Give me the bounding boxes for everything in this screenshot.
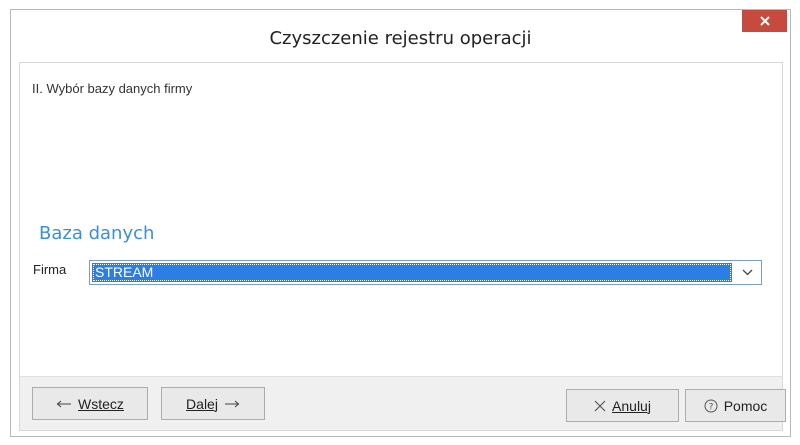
dropdown-arrow-button[interactable] [734,261,761,284]
firm-label: Firma [33,262,67,277]
title-bar[interactable]: Czyszczenie rejestru operacji [11,10,790,62]
firm-select[interactable]: STREAM [89,260,762,285]
cancel-button-label: Anuluj [612,397,651,414]
arrow-right-icon [224,400,240,408]
back-button[interactable]: Wstecz [32,387,148,420]
cancel-button[interactable]: Anuluj [566,389,679,422]
dialog-window: Czyszczenie rejestru operacji II. Wybór … [10,9,791,437]
svg-text:?: ? [708,402,713,412]
section-title: Baza danych [39,223,155,244]
help-button[interactable]: ? Pomoc [685,389,786,422]
firm-select-value: STREAM [92,263,732,282]
button-bar: Wstecz Dalej Anuluj ? Pomoc [19,376,786,431]
next-button[interactable]: Dalej [161,387,265,420]
help-button-label: Pomoc [723,397,768,414]
close-icon [759,15,771,27]
help-icon: ? [704,399,718,413]
x-icon [594,400,606,412]
arrow-left-icon [56,400,72,408]
step-label: II. Wybór bazy danych firmy [32,81,193,96]
chevron-down-icon [742,269,753,276]
window-title: Czyszczenie rejestru operacji [269,28,532,49]
close-button[interactable] [742,10,787,32]
wizard-content: II. Wybór bazy danych firmy Baza danych … [19,62,783,376]
next-button-label: Dalej [186,395,218,412]
back-button-label: Wstecz [78,395,124,412]
